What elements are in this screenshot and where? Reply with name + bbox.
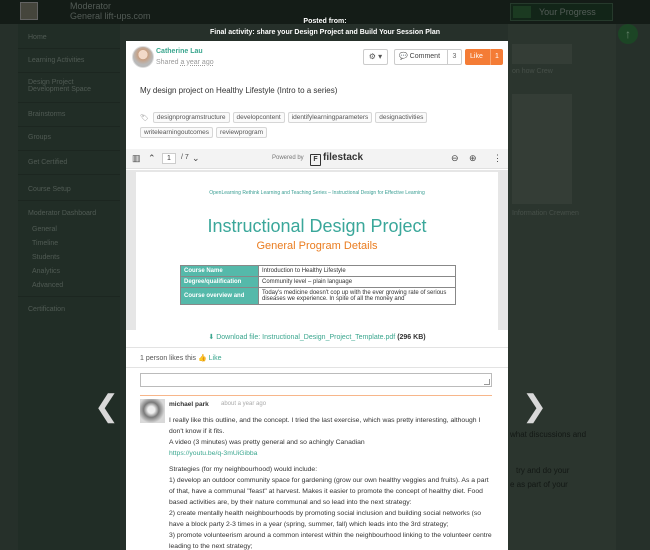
chevron-right-icon[interactable]: ❯ [522,392,547,422]
tag[interactable]: reviewprogram [216,127,268,138]
shared-time: Shared a year ago [156,59,214,66]
table-row: Degree/qualification Community level – p… [180,276,456,288]
chevron-down-icon[interactable]: ⌄ [192,153,200,164]
divider [126,347,508,348]
comment-button[interactable]: 💬 Comment 3 [394,49,462,65]
tag-list: 🏷 designprogramstructure developcontent … [140,112,494,138]
table-cell-value: Introduction to Healthy Lifestyle [258,265,456,277]
like-label: Like [470,53,483,60]
tag[interactable]: designprogramstructure [152,112,230,123]
shared-prefix: Shared [156,59,179,66]
likes-count-text: 1 person likes this [140,355,197,362]
comment-body: I really like this outline, and the conc… [169,415,494,550]
brand-name: filestack [323,152,364,163]
viewer-toolbar: ▥ ⌃ 1 / 7 ⌄ Powered by Ffilestack ⊖ ⊕ ⋮ [126,149,508,169]
tag-icon: 🏷 [140,114,149,122]
more-vertical-icon[interactable]: ⋮ [493,153,502,164]
document-table: Course Name Introduction to Healthy Life… [180,265,456,305]
likes-summary: 1 person likes this 👍 Like [140,354,222,362]
posted-from-label: Posted from: [303,18,347,25]
gear-icon[interactable]: ⚙ ▾ [363,49,388,65]
table-cell-value: Today's medicine doesn't cop up with the… [258,287,456,305]
filestack-logo: Ffilestack [310,152,363,166]
commenter-name[interactable]: michael park [169,401,209,408]
comment-time: about a year ago [221,401,267,407]
download-prefix: Download file: [216,334,261,341]
download-icon: ⬇ [208,334,215,341]
tag[interactable]: designactivities [375,112,428,123]
like-link[interactable]: Like [209,355,222,362]
post-header: Catherine Lau Shared a year ago ⚙ ▾ 💬 Co… [126,41,508,75]
zoom-in-icon[interactable]: ⊕ [469,153,477,164]
table-cell-label: Degree/qualification [180,276,259,288]
document-series-header: OpenLearning Rethink Learning and Teachi… [209,190,425,196]
comment-separator [140,395,492,396]
divider [126,367,508,368]
comment-count: 3 [447,50,461,64]
comment-input[interactable] [140,373,492,387]
like-button[interactable]: Like 1 [465,49,503,65]
thumbs-up-icon[interactable]: 👍 [198,355,207,362]
tag[interactable]: developcontent [232,112,285,123]
video-link[interactable]: https://youtu.be/q-3mUiGibba [169,450,257,457]
post-title: My design project on Healthy Lifestyle (… [140,86,338,95]
author-avatar[interactable] [132,46,154,68]
table-cell-value: Community level – plain language [258,276,456,288]
comment-label: Comment [409,53,441,60]
download-size: (296 KB) [397,334,426,341]
page-total: / 7 [181,154,189,161]
powered-by-label: Powered by [272,155,304,161]
comment-paragraph: 3) promote volunteerism around a common … [169,532,492,550]
tag[interactable]: writelearningoutcomes [140,127,214,138]
sidebar-toggle-icon[interactable]: ▥ [132,153,141,164]
activity-title[interactable]: Final activity: share your Design Projec… [0,29,650,36]
document-viewer[interactable]: OpenLearning Rethink Learning and Teachi… [126,170,508,330]
page-number-input[interactable]: 1 [162,153,176,164]
table-cell-label: Course Name [180,265,259,277]
post-card: Catherine Lau Shared a year ago ⚙ ▾ 💬 Co… [126,41,508,550]
table-row: Course Name Introduction to Healthy Life… [180,265,456,277]
comment-paragraph: 1) develop an outdoor community space fo… [169,477,489,506]
zoom-out-icon[interactable]: ⊖ [451,153,459,164]
commenter-avatar[interactable] [140,399,165,423]
document-subtitle: General Program Details [256,240,378,252]
tag[interactable]: identifylearningparameters [287,112,373,123]
comment-paragraph: A video (3 minutes) was pretty general a… [169,439,365,446]
author-name[interactable]: Catherine Lau [156,48,203,55]
shared-timestamp: a year ago [180,59,214,66]
like-count: 1 [490,49,503,65]
document-page: OpenLearning Rethink Learning and Teachi… [136,172,498,330]
download-link[interactable]: ⬇ Download file: Instructional_Design_Pr… [126,330,508,346]
comment-paragraph: I really like this outline, and the conc… [169,417,481,435]
comment-paragraph: Strategies (for my neighbourhood) would … [169,466,318,473]
speech-bubble-icon: 💬 [399,53,408,60]
comment-paragraph: 2) create mentally health neighbourhoods… [169,510,482,528]
chevron-left-icon[interactable]: ❮ [94,392,119,422]
document-title: Instructional Design Project [207,216,427,236]
download-filename: Instructional_Design_Project_Template.pd… [262,334,396,341]
table-row: Course overview and Today's medicine doe… [180,287,456,305]
chevron-up-icon[interactable]: ⌃ [148,153,156,164]
table-cell-label: Course overview and [180,287,259,305]
